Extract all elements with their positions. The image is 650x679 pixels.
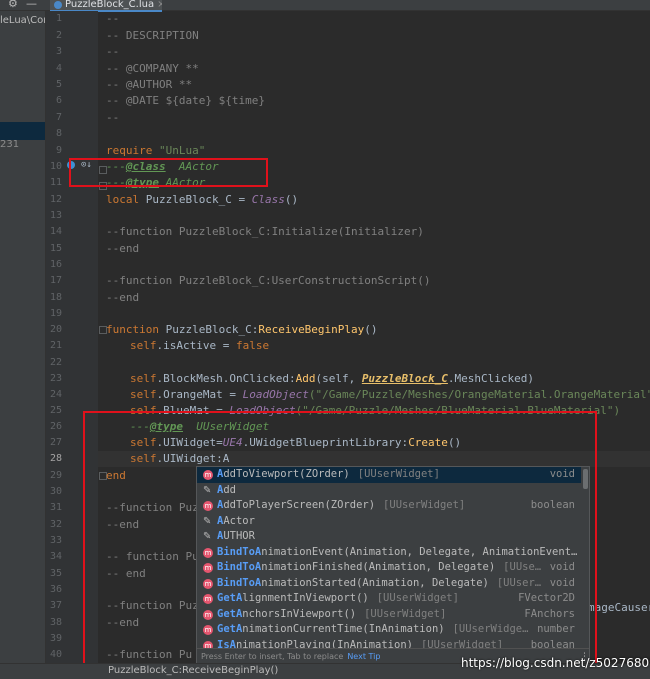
line-number[interactable]: 40: [46, 647, 62, 663]
breadcrumb[interactable]: PuzzleBlock_C:ReceiveBeginPlay(): [108, 665, 278, 676]
function-name: ReceiveBeginPlay: [258, 323, 365, 336]
punctuation: (): [364, 323, 378, 336]
line-number[interactable]: 13: [46, 208, 62, 224]
project-number-text: 231: [0, 139, 20, 150]
self-keyword: self: [130, 372, 157, 385]
code-line-4[interactable]: -- @COMPANY **: [106, 61, 199, 77]
line-number[interactable]: 38: [46, 615, 62, 631]
code-line-17[interactable]: --function PuzzleBlock_C:UserConstructio…: [106, 273, 431, 289]
code-line-12[interactable]: local PuzzleBlock_C = Class(): [106, 192, 298, 208]
code-line-14[interactable]: --function PuzzleBlock_C:Initialize(Init…: [106, 224, 424, 240]
line-number[interactable]: 34: [46, 549, 62, 565]
string-literal: "UnLua": [158, 144, 206, 157]
code-line-24[interactable]: self.OrangeMat = LoadObject("/Game/Puzzl…: [130, 387, 650, 403]
title-bar: ⚙ — PuzzleBlock_C.lua×: [0, 0, 650, 12]
line-number[interactable]: 29: [46, 468, 62, 484]
annotation-box-class: [69, 158, 268, 187]
line-number[interactable]: 37: [46, 598, 62, 614]
tab-label: PuzzleBlock_C.lua: [65, 0, 155, 10]
line-number[interactable]: 12: [46, 192, 62, 208]
code-line-15[interactable]: --end: [106, 241, 139, 257]
code-line-21[interactable]: self.isActive = false: [130, 338, 269, 354]
class-reference: PuzzleBlock_C: [361, 372, 448, 385]
line-number[interactable]: 27: [46, 435, 62, 451]
annotation-box-completion: [83, 411, 597, 676]
keyword: local: [106, 193, 146, 206]
close-icon[interactable]: ×: [157, 0, 162, 10]
self-keyword: self: [130, 388, 157, 401]
code-line-7[interactable]: --: [106, 110, 119, 126]
line-number[interactable]: 18: [46, 290, 62, 306]
line-number[interactable]: 21: [46, 338, 62, 354]
line-number[interactable]: 23: [46, 371, 62, 387]
identifier: .OrangeMat =: [156, 388, 243, 401]
code-overflow-text: mageCauser: [588, 601, 650, 614]
minimize-icon[interactable]: —: [26, 0, 37, 10]
line-number[interactable]: 24: [46, 387, 62, 403]
identifier: .BlockMesh.OnClicked:: [156, 372, 296, 385]
line-number[interactable]: 36: [46, 582, 62, 598]
identifier: .isActive =: [156, 339, 236, 352]
line-number[interactable]: 25: [46, 403, 62, 419]
line-number[interactable]: 39: [46, 631, 62, 647]
identifier: PuzzleBlock_C =: [145, 193, 252, 206]
line-number[interactable]: 16: [46, 257, 62, 273]
code-line-3[interactable]: --: [106, 44, 119, 60]
gear-icon[interactable]: ⚙: [8, 0, 18, 10]
code-line-1[interactable]: --: [106, 11, 119, 27]
line-number[interactable]: 32: [46, 517, 62, 533]
line-number[interactable]: 30: [46, 484, 62, 500]
code-line-6[interactable]: -- @DATE ${date} ${time}: [106, 93, 265, 109]
identifier: .MeshClicked): [447, 372, 534, 385]
line-number[interactable]: 2: [46, 28, 62, 44]
line-number[interactable]: 33: [46, 533, 62, 549]
watermark-text: https://blog.csdn.net/z502768095: [461, 656, 650, 670]
punctuation: (): [284, 193, 299, 206]
function-call: Class: [251, 193, 285, 206]
line-number[interactable]: 3: [46, 44, 62, 60]
project-panel: leLua\Con 231: [0, 11, 46, 678]
line-number[interactable]: 20: [46, 322, 62, 338]
line-number[interactable]: 14: [46, 224, 62, 240]
code-line-5[interactable]: -- @AUTHOR **: [106, 77, 192, 93]
code-line-2[interactable]: -- DESCRIPTION: [106, 28, 199, 44]
code-line-23[interactable]: self.BlockMesh.OnClicked:Add(self, Puzzl…: [130, 371, 534, 387]
line-number[interactable]: 17: [46, 273, 62, 289]
code-line-18[interactable]: --end: [106, 290, 139, 306]
line-number[interactable]: 8: [46, 126, 62, 142]
line-number[interactable]: 4: [46, 61, 62, 77]
keyword: require: [106, 144, 159, 157]
function-call: Add: [295, 372, 316, 385]
line-number[interactable]: 15: [46, 241, 62, 257]
line-number[interactable]: 35: [46, 566, 62, 582]
line-number[interactable]: 1: [46, 11, 62, 27]
line-number[interactable]: 7: [46, 110, 62, 126]
line-number[interactable]: 31: [46, 500, 62, 516]
line-number[interactable]: 28: [46, 451, 62, 467]
lua-file-icon: [54, 1, 62, 9]
identifier: PuzzleBlock_C:: [165, 323, 259, 336]
line-number[interactable]: 10: [46, 159, 62, 175]
line-number[interactable]: 26: [46, 419, 62, 435]
keyword: false: [235, 339, 270, 352]
code-line-9[interactable]: require "UnLua": [106, 143, 205, 159]
line-number[interactable]: 5: [46, 77, 62, 93]
line-number[interactable]: 22: [46, 355, 62, 371]
function-call: LoadObject: [242, 388, 309, 401]
line-number[interactable]: 11: [46, 175, 62, 191]
project-path-text[interactable]: leLua\Con: [0, 15, 45, 26]
identifier: (self,: [315, 372, 362, 385]
self-keyword: self: [130, 339, 157, 352]
project-selected-row[interactable]: [0, 122, 45, 140]
line-number[interactable]: 9: [46, 143, 62, 159]
code-line-20[interactable]: function PuzzleBlock_C:ReceiveBeginPlay(…: [106, 322, 378, 338]
line-number[interactable]: 19: [46, 306, 62, 322]
keyword: function: [106, 323, 166, 336]
line-number[interactable]: 6: [46, 93, 62, 109]
string-literal: ("/Game/Puzzle/Meshes/OrangeMaterial.Ora…: [308, 388, 650, 401]
